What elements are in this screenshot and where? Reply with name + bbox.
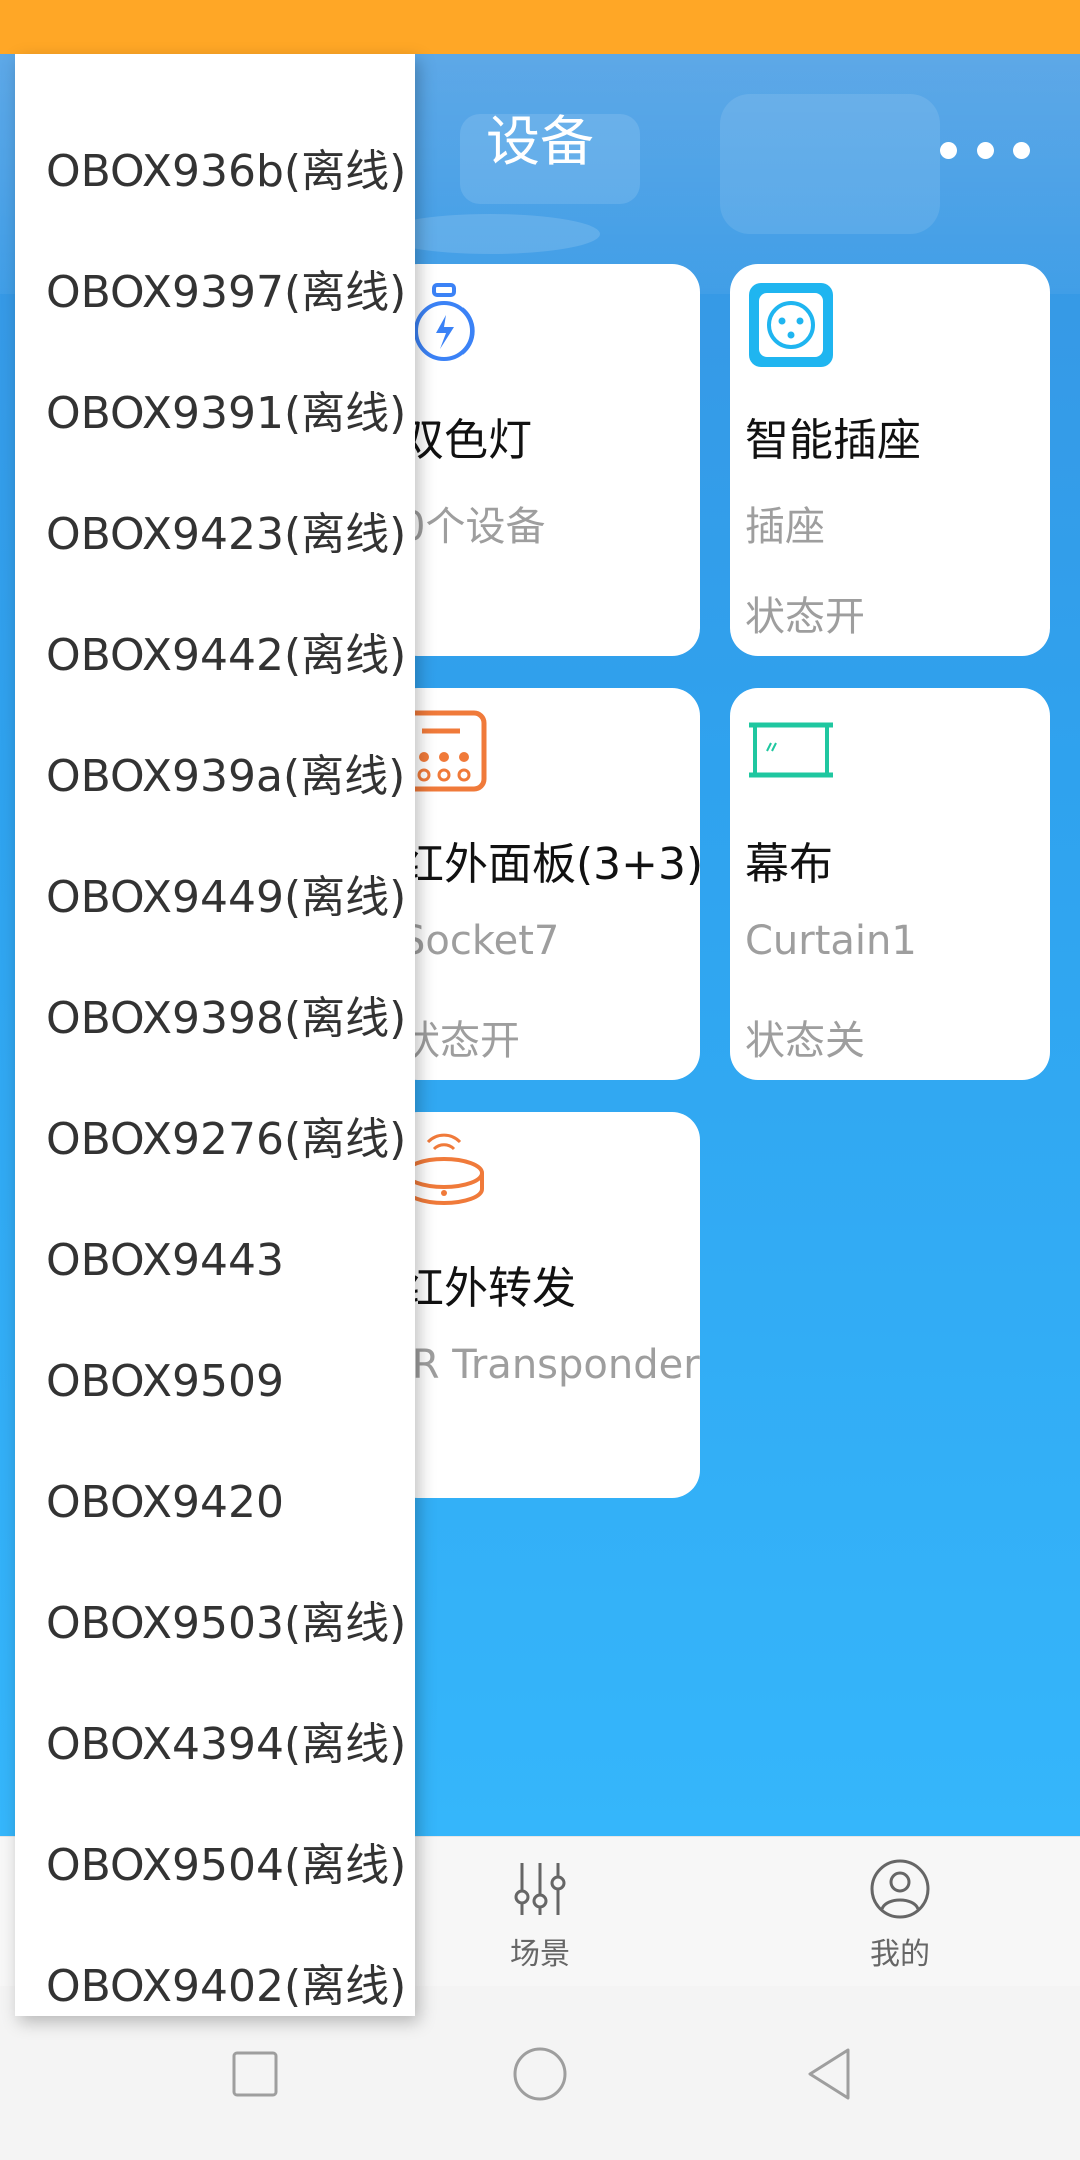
device-status: 状态开 <box>745 594 865 640</box>
more-dot-icon <box>976 141 994 159</box>
gateway-item[interactable]: OBOX9442(离线) <box>46 626 406 686</box>
gateway-item[interactable]: OBOX9391(离线) <box>46 384 406 444</box>
device-status: 状态关 <box>745 1018 865 1064</box>
more-dot-icon <box>940 141 957 159</box>
gateway-item[interactable]: OBOX9420 <box>46 1473 284 1533</box>
gateway-item[interactable]: OBOX9504(离线) <box>46 1836 406 1896</box>
more-dot-icon <box>1013 141 1030 159</box>
tab-scenes[interactable]: 场景 <box>440 1857 640 1973</box>
sliders-icon <box>514 1863 566 1915</box>
gateway-item[interactable]: OBOX9423(离线) <box>46 505 406 565</box>
gateway-dropdown: OBOX936b(离线) OBOX9397(离线) OBOX9391(离线) O… <box>15 54 415 2016</box>
gateway-item[interactable]: OBOX9503(离线) <box>46 1594 406 1654</box>
device-card-bicolor-light[interactable]: 双色灯 0个设备 <box>390 264 700 656</box>
back-icon[interactable] <box>800 2044 860 2104</box>
device-subtitle: IR Transponder <box>400 1342 700 1388</box>
tab-label: 我的 <box>870 1937 930 1972</box>
device-subtitle: 0个设备 <box>400 504 546 550</box>
gateway-item[interactable]: OBOX9402(离线) <box>46 1957 406 2017</box>
socket-icon <box>749 283 833 367</box>
gateway-item[interactable]: OBOX9398(离线) <box>46 989 406 1049</box>
device-name: 智能插座 <box>745 415 921 466</box>
gateway-item[interactable]: OBOX4394(离线) <box>46 1715 406 1775</box>
device-card-ir-transponder[interactable]: 红外转发 IR Transponder <box>390 1112 700 1498</box>
device-subtitle: Curtain1 <box>745 918 917 964</box>
tab-label: 场景 <box>510 1937 570 1972</box>
device-name: 幕布 <box>745 839 833 890</box>
recent-apps-icon[interactable] <box>225 2044 285 2104</box>
more-options-button[interactable] <box>940 125 1030 175</box>
device-name: 双色灯 <box>400 415 532 466</box>
device-card-ir-panel[interactable]: 红外面板(3+3) Socket7 状态开 <box>390 688 700 1080</box>
device-status: 状态开 <box>400 1018 520 1064</box>
device-card-curtain[interactable]: 幕布 Curtain1 状态关 <box>730 688 1050 1080</box>
gateway-item[interactable]: OBOX9397(离线) <box>46 263 406 323</box>
user-icon <box>870 1859 930 1919</box>
gateway-item[interactable]: OBOX9276(离线) <box>46 1110 406 1170</box>
gateway-item[interactable]: OBOX9449(离线) <box>46 868 406 928</box>
home-icon[interactable] <box>510 2044 570 2104</box>
device-subtitle: 插座 <box>745 504 825 550</box>
tab-profile[interactable]: 我的 <box>800 1857 1000 1973</box>
device-name: 红外转发 <box>400 1263 576 1314</box>
device-name: 红外面板(3+3) <box>400 839 700 890</box>
device-subtitle: Socket7 <box>400 918 560 964</box>
gateway-item[interactable]: OBOX9443 <box>46 1231 284 1291</box>
page-title: 设备 <box>486 110 594 173</box>
device-card-smart-socket[interactable]: 智能插座 插座 状态开 <box>730 264 1050 656</box>
gateway-item[interactable]: OBOX9509 <box>46 1352 284 1412</box>
curtain-icon <box>749 722 833 778</box>
gateway-item[interactable]: OBOX939a(离线) <box>46 747 405 807</box>
gateway-item[interactable]: OBOX936b(离线) <box>46 142 406 202</box>
status-bar <box>0 0 1080 54</box>
